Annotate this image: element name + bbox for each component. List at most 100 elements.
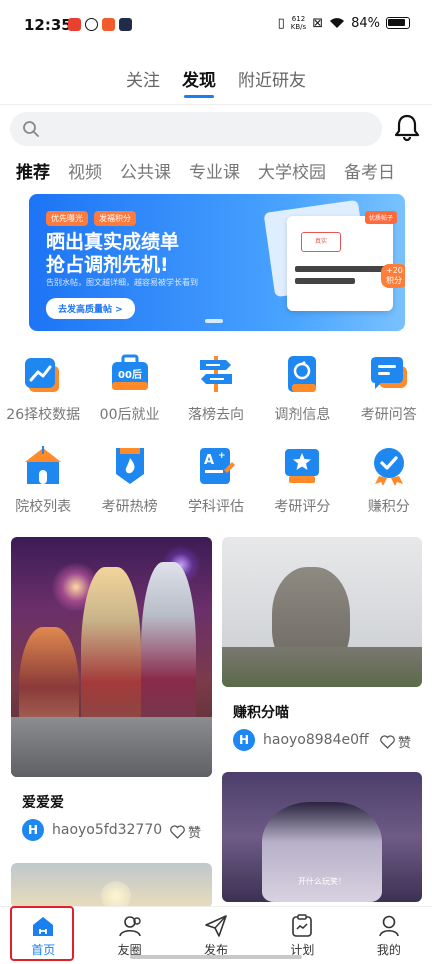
home-indicator <box>130 955 302 959</box>
home-icon <box>33 917 54 936</box>
svg-text:00后: 00后 <box>118 368 142 381</box>
notification-icons <box>68 18 132 31</box>
nav-mine[interactable]: 我的 <box>346 907 432 964</box>
grid-label: 落榜去向 <box>187 407 244 423</box>
like-label: 赞 <box>188 826 202 841</box>
status-time: 12:35 <box>24 16 72 34</box>
grid-item-employment[interactable]: 00后 00后就业 <box>86 352 172 432</box>
net-speed: 612 KB/s <box>291 15 306 31</box>
banner-line1: 晒出真实成绩单 <box>46 231 180 253</box>
banner-line2: 抢占调剂先机! <box>46 254 169 276</box>
grid-label: 00后就业 <box>99 407 160 423</box>
like-button[interactable]: 赞 <box>380 732 411 751</box>
banner-line-deco <box>295 278 355 284</box>
search-input[interactable] <box>10 112 382 146</box>
category-campus[interactable]: 大学校园 <box>258 158 326 183</box>
nav-home[interactable]: 首页 <box>0 907 86 964</box>
grade-document-icon: A + <box>194 444 238 488</box>
send-icon <box>205 915 227 937</box>
banner-cta-button[interactable]: 去发高质量帖 > <box>46 298 135 319</box>
grid-item-rating[interactable]: 考研评分 <box>259 444 345 524</box>
sim-icon: ⊠ <box>312 15 324 31</box>
profile-icon <box>379 915 399 937</box>
banner-headline: 晒出真实成绩单 抢占调剂先机! <box>46 231 179 277</box>
category-major-course[interactable]: 专业课 <box>189 158 240 183</box>
tab-discover[interactable]: 发现 <box>182 66 216 98</box>
category-video[interactable]: 视频 <box>68 158 102 183</box>
hot-badge-icon <box>108 444 152 488</box>
banner-chip: 优先曝光 <box>46 211 88 226</box>
feed-image-anime[interactable]: 开什么玩笑！ <box>222 772 422 902</box>
grid-item-earn-points[interactable]: 赚积分 <box>346 444 432 524</box>
avatar: H <box>233 729 255 751</box>
grid-item-school-data[interactable]: 26择校数据 <box>0 352 86 432</box>
banner-points-badge: +20 积分 <box>381 264 405 288</box>
nav-label: 我的 <box>376 943 401 957</box>
banner-subtitle: 告别水帖，图文越详细，越容易被学长看到 <box>46 278 198 287</box>
wifi-icon <box>330 18 345 28</box>
notification-app-icon <box>102 18 115 31</box>
friends-icon <box>118 916 141 937</box>
banner-stamp: 真实 <box>301 232 341 252</box>
banner-page-indicator <box>205 319 223 323</box>
check-circle-icon <box>367 444 411 488</box>
svg-text:+: + <box>218 451 226 461</box>
battery-percent: 84% <box>351 15 380 31</box>
feed-image-sky[interactable] <box>11 863 212 908</box>
feed-title[interactable]: 爱爱爱 <box>22 792 64 812</box>
vibrate-icon: ▯ <box>277 15 285 31</box>
chat-bubble-icon <box>367 352 411 396</box>
author-name: haoyo8984e0ff <box>263 732 369 748</box>
anime-face <box>262 802 382 902</box>
grid-item-school-list[interactable]: 院校列表 <box>0 444 86 524</box>
svg-text:A: A <box>204 453 214 468</box>
plan-icon <box>292 914 313 937</box>
trend-chart-icon <box>21 352 65 396</box>
category-recommend[interactable]: 推荐 <box>16 158 50 183</box>
status-right: ▯ 612 KB/s ⊠ 84% <box>278 15 410 31</box>
railing-deco <box>11 717 212 777</box>
top-tabs: 关注 发现 附近研友 <box>0 66 432 98</box>
grid-item-subject-eval[interactable]: A + 学科评估 <box>173 444 259 524</box>
notification-app-icon <box>68 18 81 31</box>
banner-line-deco <box>295 266 385 272</box>
promo-banner[interactable]: 优先曝光 发福积分 晒出真实成绩单 抢占调剂先机! 告别水帖，图文越详细，越容易… <box>29 194 405 331</box>
tab-follow[interactable]: 关注 <box>126 66 160 98</box>
grid-item-qa[interactable]: 考研问答 <box>346 352 432 432</box>
star-board-icon <box>280 444 324 488</box>
like-button[interactable]: 赞 <box>170 822 201 841</box>
author-name: haoyo5fd32770 <box>52 822 163 838</box>
heart-icon <box>170 824 185 839</box>
grid-label: 学科评估 <box>187 499 244 515</box>
category-prep-diary[interactable]: 备考日 <box>344 158 395 183</box>
briefcase-icon: 00后 <box>108 352 152 396</box>
search-icon <box>23 121 39 137</box>
like-label: 赞 <box>398 736 412 751</box>
feed-author[interactable]: H haoyo8984e0ff <box>233 729 369 751</box>
feed-image-fantasy[interactable] <box>11 537 212 777</box>
banner-chip: 发福积分 <box>94 211 136 226</box>
tab-nearby[interactable]: 附近研友 <box>238 66 306 98</box>
statue-base <box>222 647 422 687</box>
category-tabs: 推荐 视频 公共课 专业课 大学校园 备考日 <box>16 158 432 183</box>
category-public-course[interactable]: 公共课 <box>120 158 171 183</box>
swap-document-icon <box>280 352 324 396</box>
avatar: H <box>22 819 44 841</box>
net-speed-unit: KB/s <box>290 23 307 31</box>
grid-label: 调剂信息 <box>274 407 331 423</box>
banner-chips: 优先曝光 发福积分 <box>46 211 136 226</box>
grid-label: 赚积分 <box>367 499 410 515</box>
grid-label: 考研问答 <box>360 407 417 423</box>
notification-app-icon <box>85 18 98 31</box>
feed-author[interactable]: H haoyo5fd32770 <box>22 819 162 841</box>
divider <box>0 104 432 105</box>
signpost-icon <box>194 352 238 396</box>
bell-icon[interactable] <box>394 113 420 141</box>
feed-image-statue[interactable] <box>222 537 422 687</box>
grid-item-destination[interactable]: 落榜去向 <box>173 352 259 432</box>
grid-label: 26择校数据 <box>6 407 81 423</box>
feed-title[interactable]: 赚积分喵 <box>233 702 289 722</box>
anime-caption: 开什么玩笑！ <box>298 877 346 886</box>
grid-item-adjustment[interactable]: 调剂信息 <box>259 352 345 432</box>
grid-item-hot-list[interactable]: 考研热榜 <box>86 444 172 524</box>
